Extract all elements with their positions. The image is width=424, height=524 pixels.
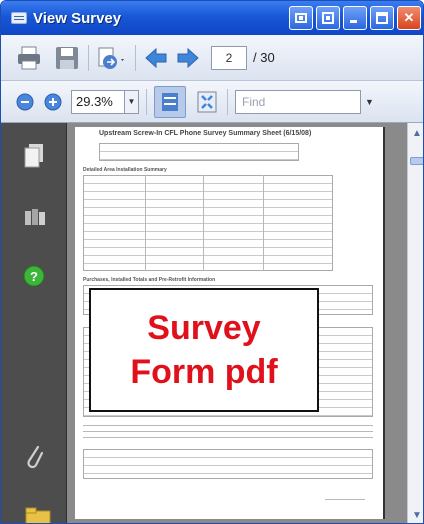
- minimize-icon: [350, 20, 357, 23]
- document-viewport[interactable]: Upstream Screw-In CFL Phone Survey Summa…: [67, 123, 407, 523]
- scroll-thumb[interactable]: [410, 157, 423, 165]
- folder-icon: [25, 507, 51, 523]
- form-line: [83, 431, 373, 432]
- maximize-icon: [376, 12, 388, 24]
- fullscreen-icon: [197, 91, 217, 112]
- pages-panel-button[interactable]: [23, 143, 45, 174]
- svg-text:?: ?: [30, 269, 38, 284]
- page-footer-code: [325, 499, 365, 500]
- zoom-out-icon: [16, 93, 34, 110]
- zoom-toolbar: 29.3% ▼ Find ▼: [1, 81, 423, 123]
- zoom-in-button[interactable]: [43, 92, 63, 112]
- minimize-button[interactable]: [343, 6, 367, 30]
- question-icon: ?: [23, 265, 45, 287]
- printer-icon: [18, 46, 40, 69]
- survey-form-overlay: Survey Form pdf: [89, 288, 319, 412]
- form-line: [83, 437, 373, 438]
- footer-table: [83, 449, 373, 479]
- next-page-button[interactable]: [175, 45, 201, 71]
- table-divider: [263, 175, 264, 271]
- arrow-left-icon: [145, 47, 167, 68]
- fit-page-icon: [162, 92, 178, 111]
- arrow-right-icon: [177, 47, 199, 68]
- main-toolbar: 2 / 30: [1, 35, 423, 81]
- scroll-up-button[interactable]: ▲: [409, 125, 423, 141]
- section-purchase-label: Purchases, Installed Totals and Pre-Retr…: [83, 277, 216, 283]
- zoom-level-input[interactable]: 29.3%: [71, 89, 125, 114]
- previous-page-button[interactable]: [143, 45, 169, 71]
- overlay-line-1: Survey: [147, 309, 261, 347]
- window-controls: ✕: [289, 6, 421, 30]
- form-line: [83, 425, 373, 426]
- restore-icon: [322, 12, 334, 24]
- toolbar-separator: [146, 88, 147, 115]
- document-arrow-icon: [98, 47, 124, 69]
- page-number-input[interactable]: 2: [211, 45, 247, 70]
- header-table: [99, 143, 299, 161]
- print-button[interactable]: [15, 44, 43, 72]
- navigation-panel: ?: [1, 123, 67, 523]
- overlay-line-2: Form pdf: [130, 353, 278, 391]
- page-total-label: / 30: [253, 50, 275, 65]
- installation-table: [83, 175, 333, 271]
- document-header: Upstream Screw-In CFL Phone Survey Summa…: [99, 130, 312, 137]
- section-fixture-label: Detailed Area Installation Summary: [83, 167, 167, 173]
- maximize-button[interactable]: [370, 6, 394, 30]
- toolbar-separator: [88, 44, 89, 71]
- bookmarks-icon: [25, 209, 45, 225]
- scroll-down-button[interactable]: ▼: [409, 507, 423, 523]
- app-icon: [11, 12, 27, 24]
- restore-button[interactable]: [316, 6, 340, 30]
- pages-icon: [24, 144, 43, 168]
- title-bar[interactable]: View Survey ✕: [1, 1, 423, 35]
- attachments-panel-button[interactable]: [23, 441, 45, 476]
- fit-page-button[interactable]: [154, 85, 186, 118]
- save-button[interactable]: [53, 44, 81, 72]
- help-icon: [295, 13, 307, 23]
- toolbar-separator: [135, 44, 136, 71]
- close-icon: ✕: [403, 10, 415, 25]
- share-button[interactable]: [96, 44, 128, 72]
- find-input[interactable]: Find: [235, 89, 361, 114]
- app-window: View Survey ✕ 2 / 30 29.3% ▼ Find ▼ ? Up…: [0, 0, 424, 524]
- help-button[interactable]: [289, 6, 313, 30]
- vertical-scrollbar[interactable]: ▲ ▼: [407, 123, 423, 523]
- zoom-in-icon: [44, 93, 62, 110]
- bookmarks-panel-button[interactable]: [23, 207, 47, 232]
- zoom-dropdown-button[interactable]: ▼: [125, 89, 139, 114]
- toolbar-separator: [227, 88, 228, 115]
- folder-panel-button[interactable]: [25, 507, 53, 523]
- table-divider: [145, 175, 146, 271]
- table-divider: [203, 175, 204, 271]
- zoom-out-button[interactable]: [15, 92, 35, 112]
- floppy-icon: [56, 46, 78, 69]
- paperclip-icon: [27, 445, 44, 469]
- find-dropdown-button[interactable]: ▼: [365, 97, 374, 107]
- close-button[interactable]: ✕: [397, 6, 421, 30]
- window-title: View Survey: [33, 9, 122, 27]
- help-panel-button[interactable]: ?: [23, 265, 45, 292]
- fit-width-button[interactable]: [194, 89, 220, 115]
